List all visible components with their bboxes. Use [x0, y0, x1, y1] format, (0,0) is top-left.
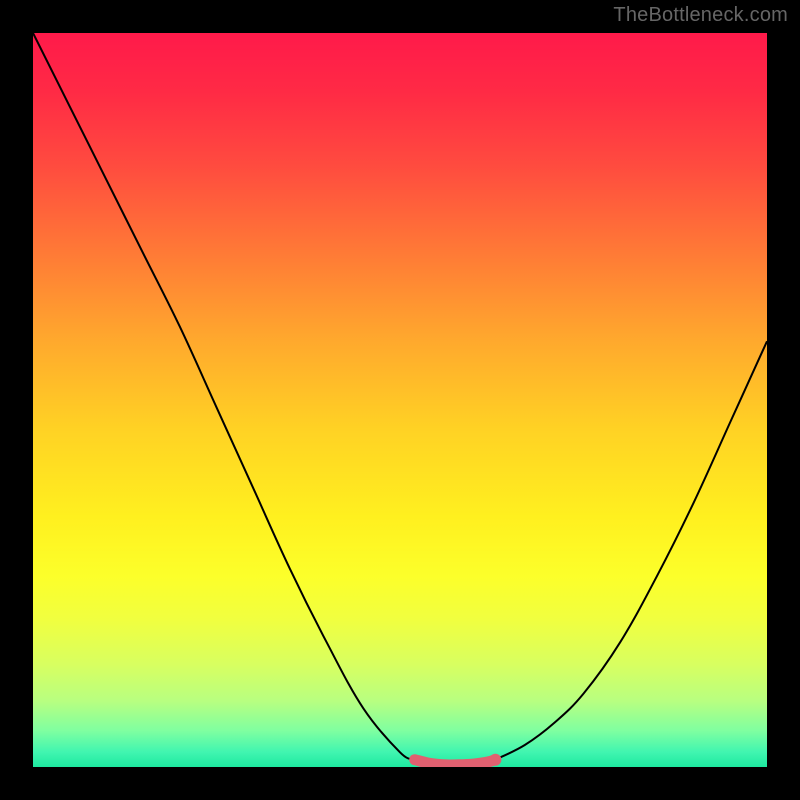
chart-curves-svg: [33, 33, 767, 767]
right-curve-path: [495, 341, 767, 759]
chart-plot-area: [33, 33, 767, 767]
watermark-text: TheBottleneck.com: [613, 4, 788, 27]
optimum-end-dot: [489, 754, 501, 766]
optimum-band-path: [415, 760, 496, 765]
left-curve-path: [33, 33, 415, 760]
